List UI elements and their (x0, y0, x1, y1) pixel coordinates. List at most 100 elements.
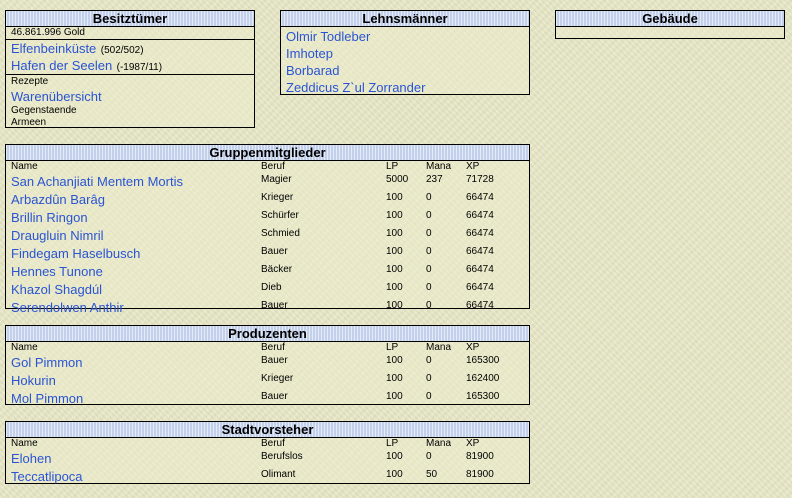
lehns-title: Lehnsmänner (281, 11, 529, 27)
member-mana: 0 (426, 282, 432, 293)
table-row: San Achanjiati Mentem Mortis Magier 5000… (6, 172, 529, 190)
col-lp: LP (386, 161, 399, 172)
member-lp: 100 (386, 210, 403, 221)
territory-item-1[interactable]: Hafen der Seelen (-1987/11) (11, 57, 254, 74)
member-name-link[interactable]: San Achanjiati Mentem Mortis (6, 172, 261, 190)
member-xp: 81900 (466, 451, 494, 462)
member-name-link[interactable]: Arbazdûn Barâg (6, 190, 261, 208)
member-lp: 100 (386, 469, 403, 480)
lehnsmann-link[interactable]: Olmir Todleber (286, 28, 529, 45)
table-row: Hennes Tunone Bäcker 100 0 66474 (6, 262, 529, 280)
col-name: Name (11, 438, 38, 449)
stadt-title: Stadtvorsteher (6, 422, 529, 438)
table-header: Name Beruf LP Mana XP (6, 161, 529, 172)
gegenstaende-link[interactable]: Gegenstaende (11, 105, 254, 117)
member-name-link[interactable]: Brillin Ringon (6, 208, 261, 226)
member-mana: 0 (426, 192, 432, 203)
member-xp: 66474 (466, 210, 494, 221)
member-lp: 100 (386, 391, 403, 402)
resources-section: Rezepte Warenübersicht Gegenstaende Arme… (6, 74, 254, 129)
member-mana: 0 (426, 246, 432, 257)
member-name-link[interactable]: Serendolwen Anthir (6, 298, 261, 316)
table-row: Teccatlipoca Olimant 100 50 81900 (6, 467, 529, 485)
member-lp: 100 (386, 355, 403, 366)
table-row: Findegam Haselbusch Bauer 100 0 66474 (6, 244, 529, 262)
produzenten-title: Produzenten (6, 326, 529, 342)
col-xp: XP (466, 438, 480, 449)
besitz-panel: Besitztümer 46.861.996 Gold Elfenbeinküs… (5, 10, 255, 128)
member-xp: 162400 (466, 373, 500, 384)
member-beruf: Schürfer (261, 210, 299, 221)
col-mana: Mana (426, 438, 452, 449)
member-beruf: Berufslos (261, 451, 303, 462)
member-lp: 100 (386, 451, 403, 462)
member-name-link[interactable]: Findegam Haselbusch (6, 244, 261, 262)
member-name-link[interactable]: Gol Pimmon (6, 353, 261, 371)
territory-link[interactable]: Hafen der Seelen (11, 58, 112, 73)
member-mana: 0 (426, 373, 432, 384)
member-beruf: Bauer (261, 246, 288, 257)
table-row: Arbazdûn Barâg Krieger 100 0 66474 (6, 190, 529, 208)
member-lp: 100 (386, 300, 403, 311)
stadt-table: Name Beruf LP Mana XP Elohen Berufslos 1… (6, 438, 529, 485)
table-row: Khazol Shagdúl Dieb 100 0 66474 (6, 280, 529, 298)
member-lp: 100 (386, 228, 403, 239)
member-name-link[interactable]: Teccatlipoca (6, 467, 261, 485)
member-name-link[interactable]: Mol Pimmon (6, 389, 261, 407)
lehnsmann-link[interactable]: Borbarad (286, 62, 529, 79)
member-mana: 0 (426, 228, 432, 239)
stadt-panel: Stadtvorsteher Name Beruf LP Mana XP Elo… (5, 421, 530, 484)
produzenten-panel: Produzenten Name Beruf LP Mana XP Gol Pi… (5, 325, 530, 407)
territory-count: (-1987/11) (116, 62, 163, 73)
besitz-title: Besitztümer (6, 11, 254, 27)
member-lp: 100 (386, 282, 403, 293)
member-xp: 71728 (466, 174, 494, 185)
member-mana: 50 (426, 469, 438, 480)
gruppe-panel: Gruppenmitglieder Name Beruf LP Mana XP … (5, 144, 530, 315)
member-xp: 66474 (466, 228, 494, 239)
member-lp: 100 (386, 264, 403, 275)
member-xp: 66474 (466, 264, 494, 275)
territory-item-0[interactable]: Elfenbeinküste (502/502) (11, 40, 254, 57)
rezepte-link[interactable]: Rezepte (11, 75, 254, 88)
member-beruf: Krieger (261, 373, 294, 384)
member-beruf: Schmied (261, 228, 300, 239)
col-xp: XP (466, 342, 480, 353)
table-row: Mol Pimmon Bauer 100 0 165300 (6, 389, 529, 407)
gebaeude-panel: Gebäude (555, 10, 785, 39)
member-name-link[interactable]: Hennes Tunone (6, 262, 261, 280)
lehnsmann-link[interactable]: Zeddicus Z`ul Zorrander (286, 79, 529, 96)
col-mana: Mana (426, 342, 452, 353)
member-name-link[interactable]: Elohen (6, 449, 261, 467)
table-header: Name Beruf LP Mana XP (6, 438, 529, 449)
member-mana: 0 (426, 210, 432, 221)
member-beruf: Bauer (261, 391, 288, 402)
territory-count: (502/502) (100, 45, 144, 56)
member-name-link[interactable]: Khazol Shagdúl (6, 280, 261, 298)
member-name-link[interactable]: Hokurin (6, 371, 261, 389)
gold-amount: 46.861.996 Gold (11, 27, 85, 38)
member-xp: 66474 (466, 300, 494, 311)
member-beruf: Krieger (261, 192, 294, 203)
member-mana: 237 (426, 174, 443, 185)
member-mana: 0 (426, 391, 432, 402)
armeen-link[interactable]: Armeen (11, 117, 254, 129)
member-beruf: Bauer (261, 355, 288, 366)
member-beruf: Bäcker (261, 264, 293, 275)
gebaeude-title: Gebäude (556, 11, 784, 27)
member-lp: 100 (386, 373, 403, 384)
member-mana: 0 (426, 355, 432, 366)
table-row: Serendolwen Anthir Bauer 100 0 66474 (6, 298, 529, 316)
col-name: Name (11, 342, 38, 353)
warenuebersicht-link[interactable]: Warenübersicht (11, 88, 254, 105)
table-row: Elohen Berufslos 100 0 81900 (6, 449, 529, 467)
territory-link[interactable]: Elfenbeinküste (11, 41, 96, 56)
table-row: Gol Pimmon Bauer 100 0 165300 (6, 353, 529, 371)
member-name-link[interactable]: Draugluin Nimril (6, 226, 261, 244)
member-xp: 165300 (466, 391, 500, 402)
lehnsmann-link[interactable]: Imhotep (286, 45, 529, 62)
member-lp: 5000 (386, 174, 409, 185)
member-mana: 0 (426, 264, 432, 275)
member-xp: 165300 (466, 355, 500, 366)
member-beruf: Bauer (261, 300, 288, 311)
